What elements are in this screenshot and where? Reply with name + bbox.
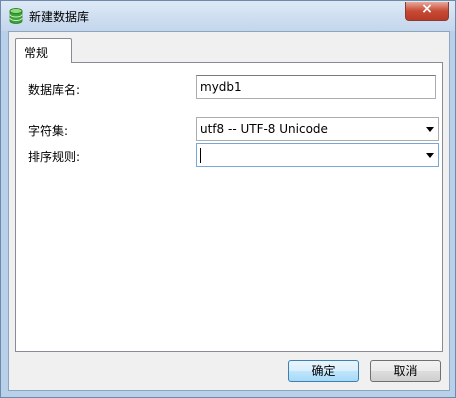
chevron-down-icon[interactable] bbox=[426, 153, 434, 158]
collation-select[interactable] bbox=[196, 143, 439, 167]
dialog-window: 新建数据库 × 常规 数据库名: mydb1 字符集: utf8 -- UTF-… bbox=[0, 0, 456, 398]
text-caret bbox=[200, 148, 201, 163]
database-icon bbox=[9, 8, 23, 24]
tab-general[interactable]: 常规 bbox=[15, 38, 72, 63]
tab-panel-general: 数据库名: mydb1 字符集: utf8 -- UTF-8 Unicode 排… bbox=[15, 62, 443, 352]
close-button[interactable]: × bbox=[405, 1, 449, 21]
collation-label: 排序规则: bbox=[28, 150, 81, 164]
dialog-body: 常规 数据库名: mydb1 字符集: utf8 -- UTF-8 Unicod… bbox=[8, 31, 450, 391]
db-name-label: 数据库名: bbox=[28, 83, 81, 97]
charset-label: 字符集: bbox=[28, 124, 69, 138]
tab-general-label: 常规 bbox=[24, 46, 49, 60]
cancel-button[interactable]: 取消 bbox=[370, 360, 441, 382]
db-name-input[interactable]: mydb1 bbox=[196, 75, 436, 99]
close-icon: × bbox=[421, 1, 433, 17]
charset-select[interactable]: utf8 -- UTF-8 Unicode bbox=[196, 117, 439, 141]
title-bar[interactable]: 新建数据库 × bbox=[1, 1, 455, 31]
ok-button[interactable]: 确定 bbox=[288, 360, 359, 382]
db-name-value: mydb1 bbox=[200, 80, 242, 94]
window-title: 新建数据库 bbox=[29, 10, 90, 24]
chevron-down-icon[interactable] bbox=[426, 127, 434, 132]
charset-value: utf8 -- UTF-8 Unicode bbox=[200, 122, 328, 136]
